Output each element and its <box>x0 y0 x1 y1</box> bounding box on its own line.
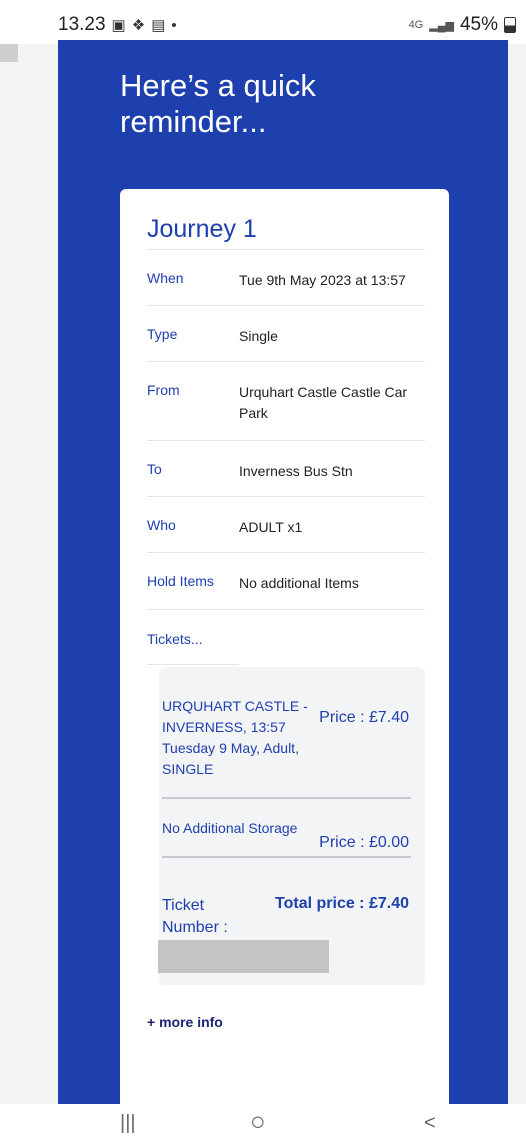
row-to: To Inverness Bus Stn <box>147 440 425 497</box>
app-icon: ❖ <box>131 17 146 34</box>
recent-apps-button[interactable]: ||| <box>120 1112 136 1135</box>
back-button[interactable]: < <box>424 1112 436 1135</box>
gutter-corner <box>0 44 18 62</box>
row-label: When <box>147 270 184 286</box>
email-panel[interactable]: Here’s a quick reminder... Journey 1 Whe… <box>58 40 508 1119</box>
status-time: 13.23 <box>58 14 106 35</box>
gallery-icon: ▣ <box>111 17 126 34</box>
status-left: 13.23 ▣ ❖ ▤ • <box>58 14 177 36</box>
ticket-name: URQUHART CASTLE - INVERNESS, 13:57 Tuesd… <box>162 698 308 777</box>
tickets-label: Tickets... <box>147 631 203 647</box>
more-info-link[interactable]: + more info <box>147 1014 223 1030</box>
row-when: When Tue 9th May 2023 at 13:57 <box>147 249 425 306</box>
dot-icon: • <box>171 16 177 34</box>
total-price: Total price : £7.40 <box>275 895 409 912</box>
row-label: From <box>147 382 180 398</box>
row-label: To <box>147 461 162 477</box>
status-right: 4G ▂▄▆ 45% <box>409 14 516 36</box>
signal-icon: ▂▄▆ <box>429 19 454 32</box>
journey-title: Journey 1 <box>147 215 257 243</box>
headline: Here’s a quick reminder... <box>120 68 316 139</box>
ticket-box: URQUHART CASTLE - INVERNESS, 13:57 Tuesd… <box>158 667 425 985</box>
right-gutter <box>508 44 526 1104</box>
left-gutter <box>0 44 58 1104</box>
battery-percent: 45% <box>459 14 498 35</box>
notification-icon: ▤ <box>151 17 166 34</box>
status-bar: 13.23 ▣ ❖ ▤ • 4G ▂▄▆ 45% <box>0 0 526 44</box>
row-who: Who ADULT x1 <box>147 496 425 553</box>
row-value: Single <box>239 328 278 344</box>
network-label: 4G <box>408 19 424 31</box>
row-label: Hold Items <box>147 573 214 589</box>
ticket-price: Price : £7.40 <box>319 709 409 726</box>
row-label: Who <box>147 517 176 533</box>
ticket-content: URQUHART CASTLE - INVERNESS, 13:57 Tuesd… <box>158 667 425 985</box>
ticket-separator <box>162 797 411 799</box>
row-value: Tue 9th May 2023 at 13:57 <box>239 272 406 288</box>
ticket-number-redacted <box>158 940 329 973</box>
row-value: Inverness Bus Stn <box>239 463 353 479</box>
battery-icon <box>504 17 516 33</box>
storage-label: No Additional Storage <box>162 820 298 836</box>
row-value: No additional Items <box>239 575 359 591</box>
storage-separator <box>162 856 411 858</box>
row-value: Urquhart Castle Castle Car Park <box>239 384 408 421</box>
row-label: Type <box>147 326 178 342</box>
row-hold-items: Hold Items No additional Items <box>147 552 425 610</box>
storage-price: Price : £0.00 <box>319 834 409 851</box>
row-type: Type Single <box>147 305 425 362</box>
tickets-divider <box>147 664 239 665</box>
row-from: From Urquhart Castle Castle Car Park <box>147 361 425 441</box>
journey-card: Journey 1 When Tue 9th May 2023 at 13:57… <box>120 189 449 1119</box>
home-button[interactable]: ○ <box>250 1106 266 1137</box>
row-value: ADULT x1 <box>239 519 303 535</box>
ticket-number-label: Ticket Number : <box>162 897 228 936</box>
navigation-bar: ||| ○ < <box>0 1104 526 1139</box>
